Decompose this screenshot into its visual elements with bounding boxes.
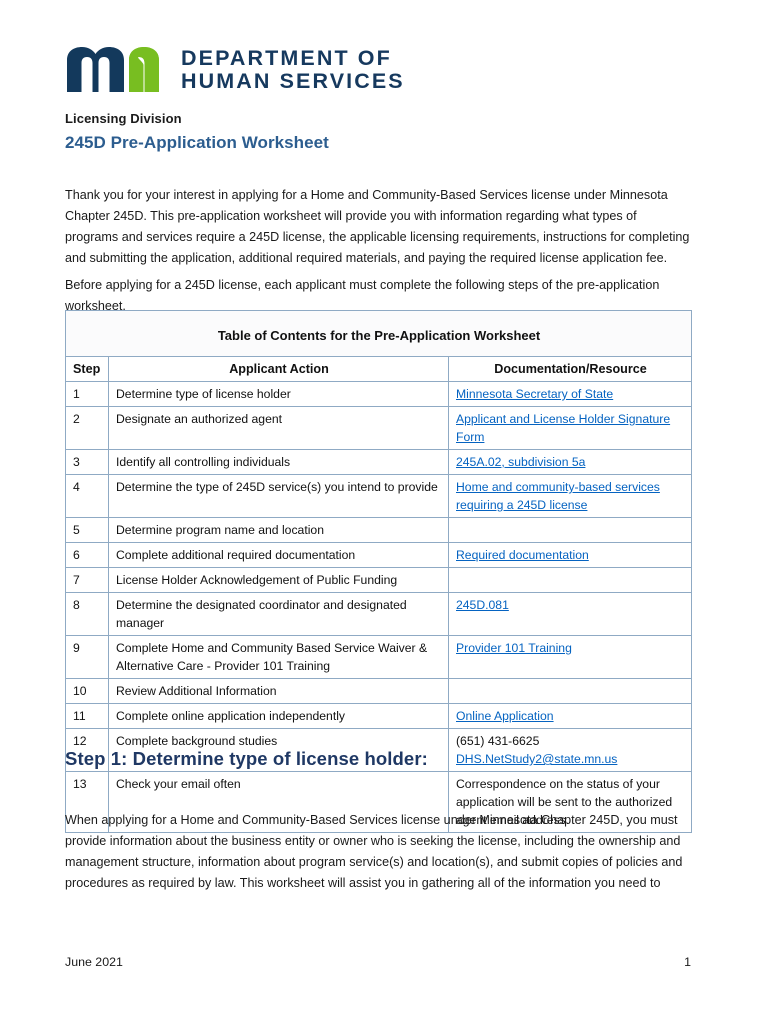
table-row: 5 Determine program name and location [65, 517, 693, 543]
masthead: DEPARTMENT OF HUMAN SERVICES [65, 44, 405, 96]
resource-text: (651) 431-6625 [456, 734, 540, 748]
cell-documentation-resource: Applicant and License Holder Signature F… [447, 406, 693, 450]
cell-applicant-action: Determine program name and location [108, 517, 449, 543]
cell-applicant-action: Determine the designated coordinator and… [108, 592, 449, 636]
resource-link[interactable]: Online Application [456, 709, 554, 723]
cell-applicant-action: License Holder Acknowledgement of Public… [108, 567, 449, 593]
cell-applicant-action: Complete additional required documentati… [108, 542, 449, 568]
resource-link[interactable]: Minnesota Secretary of State [456, 387, 613, 401]
cell-documentation-resource: (651) 431-6625 DHS.NetStudy2@state.mn.us [447, 728, 693, 772]
cell-applicant-action: Identify all controlling individuals [108, 449, 449, 475]
table-row: 9 Complete Home and Community Based Servi… [65, 635, 693, 679]
cell-documentation-resource: Provider 101 Training [447, 635, 693, 679]
table-row: 1 Determine type of license holder Minneso… [65, 381, 693, 407]
table-row: 10 Review Additional Information [65, 678, 693, 704]
cell-step: 6 [65, 542, 109, 568]
column-header-documentation: Documentation/Resource [447, 356, 693, 382]
toc-header-row: Step Applicant Action Documentation/Reso… [65, 356, 693, 382]
page-title: 245D Pre-Application Worksheet [65, 133, 329, 152]
intro-paragraph: Thank you for your interest in applying … [65, 187, 690, 265]
resource-link[interactable]: DHS.NetStudy2@state.mn.us [456, 752, 617, 766]
column-header-action: Applicant Action [108, 356, 449, 382]
cell-documentation-resource: 245A.02, subdivision 5a [447, 449, 693, 475]
cell-step: 4 [65, 474, 109, 518]
department-line-1: DEPARTMENT OF [181, 45, 392, 70]
table-row: 3 Identify all controlling individuals 245… [65, 449, 693, 475]
resource-link[interactable]: 245A.02, subdivision 5a [456, 455, 585, 469]
cell-applicant-action: Determine type of license holder [108, 381, 449, 407]
cell-documentation-resource: 245D.081 [447, 592, 693, 636]
cell-step: 11 [65, 703, 109, 729]
step-1-heading: Step 1: Determine type of license holder… [65, 748, 428, 769]
department-lockup: DEPARTMENT OF HUMAN SERVICES [181, 45, 405, 93]
table-row: 7 License Holder Acknowledgement of Publi… [65, 567, 693, 593]
toc-caption-row: Table of Contents for the Pre-Applicatio… [64, 310, 693, 357]
table-row: 2 Designate an authorized agent Applicant … [65, 406, 693, 450]
toc-caption: Table of Contents for the Pre-Applicatio… [64, 310, 693, 357]
footer-page-number: 1 [684, 955, 691, 969]
mn-logo-icon [67, 47, 159, 92]
cell-documentation-resource [447, 567, 693, 593]
cell-documentation-resource [447, 678, 693, 704]
department-line-2: HUMAN SERVICES [181, 69, 405, 93]
cell-applicant-action: Designate an authorized agent [108, 406, 449, 450]
cell-step: 10 [65, 678, 109, 704]
cell-documentation-resource [447, 517, 693, 543]
division-label: Licensing Division [65, 111, 182, 126]
cell-applicant-action: Review Additional Information [108, 678, 449, 704]
cell-documentation-resource: Home and community-based services requir… [447, 474, 693, 518]
resource-link[interactable]: Home and community-based services requir… [456, 480, 660, 512]
resource-link[interactable]: Required documentation [456, 548, 589, 562]
column-header-step: Step [65, 356, 109, 382]
cell-documentation-resource: Minnesota Secretary of State [447, 381, 693, 407]
step-1-paragraph: When applying for a Home and Community-B… [65, 812, 683, 890]
cell-applicant-action: Determine the type of 245D service(s) yo… [108, 474, 449, 518]
page-footer: June 2021 1 [65, 955, 691, 969]
cell-step: 8 [65, 592, 109, 636]
table-row: 4 Determine the type of 245D service(s) y… [65, 474, 693, 518]
cell-applicant-action: Complete Home and Community Based Servic… [108, 635, 449, 679]
table-row: 11 Complete online application independen… [65, 703, 693, 729]
cell-step: 5 [65, 517, 109, 543]
resource-link[interactable]: Applicant and License Holder Signature F… [456, 412, 670, 444]
cell-step: 9 [65, 635, 109, 679]
cell-step: 2 [65, 406, 109, 450]
resource-link[interactable]: 245D.081 [456, 598, 509, 612]
cell-step: 7 [65, 567, 109, 593]
table-row: 8 Determine the designated coordinator an… [65, 592, 693, 636]
resource-link[interactable]: Provider 101 Training [456, 641, 572, 655]
table-row: 6 Complete additional required documentat… [65, 542, 693, 568]
cell-step: 1 [65, 381, 109, 407]
cell-applicant-action: Complete online application independentl… [108, 703, 449, 729]
cell-documentation-resource: Online Application [447, 703, 693, 729]
cell-documentation-resource: Required documentation [447, 542, 693, 568]
document-page: DEPARTMENT OF HUMAN SERVICES Licensing D… [0, 0, 770, 1024]
cell-step: 3 [65, 449, 109, 475]
footer-date: June 2021 [65, 955, 123, 969]
